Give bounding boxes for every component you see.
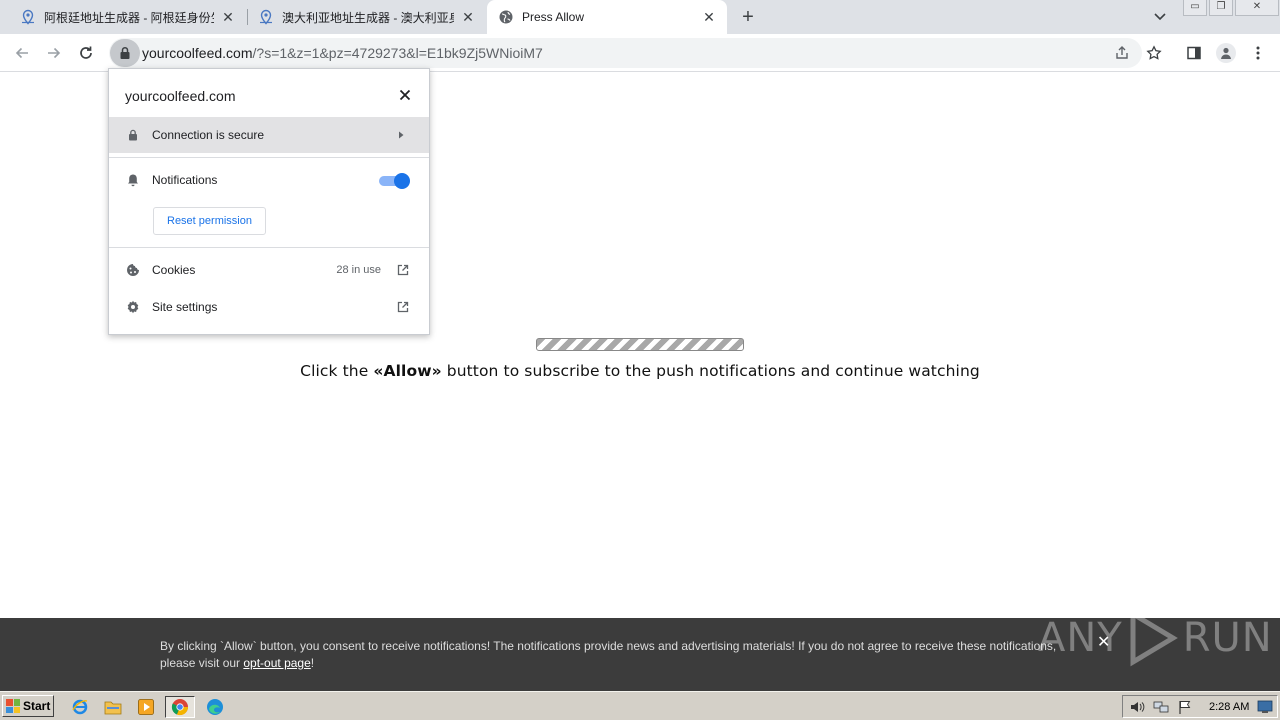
tab-title: 澳大利亚地址生成器 - 澳大利亚身份: [282, 10, 454, 25]
windows-logo-icon: [6, 699, 20, 713]
play-logo-icon: [1130, 609, 1178, 667]
notifications-toggle[interactable]: [379, 173, 411, 189]
bookmark-button[interactable]: [1145, 44, 1163, 62]
minimize-button[interactable]: ▭: [1183, 0, 1207, 16]
message-text: button to subscribe to the push notifica…: [441, 362, 980, 380]
globe-icon: [498, 9, 514, 25]
share-icon: [1116, 46, 1128, 59]
reload-icon: [80, 46, 92, 59]
volume-icon[interactable]: [1129, 699, 1145, 715]
chrome-taskbar-button[interactable]: [165, 696, 195, 718]
reload-button[interactable]: [75, 42, 97, 64]
divider: [109, 247, 429, 248]
show-desktop-icon[interactable]: [1257, 699, 1273, 715]
tab-australia[interactable]: 澳大利亚地址生成器 - 澳大利亚身份 ✕: [248, 0, 486, 34]
window-close-button[interactable]: ✕: [1235, 0, 1279, 16]
start-button[interactable]: Start: [2, 695, 54, 717]
edge-icon: [207, 699, 223, 715]
bell-icon: [125, 172, 141, 188]
chrome-icon: [171, 699, 189, 716]
tab-title: Press Allow: [522, 10, 585, 24]
flag-icon[interactable]: [1177, 699, 1193, 715]
share-button[interactable]: [1113, 44, 1131, 62]
site-info-button[interactable]: [110, 39, 140, 67]
tab-argentina[interactable]: 阿根廷地址生成器 - 阿根廷身份生成 ✕: [0, 0, 246, 34]
media-player-icon: [138, 699, 154, 715]
taskbar-clock: 2:28 AM: [1209, 701, 1250, 713]
tab-search-button[interactable]: [1150, 8, 1170, 26]
tab-title: 阿根廷地址生成器 - 阿根廷身份生成: [44, 10, 214, 25]
avatar: [1216, 43, 1236, 63]
internet-explorer-icon: [72, 699, 88, 715]
external-link-icon: [395, 299, 411, 315]
arrow-right-icon: [48, 47, 61, 59]
cookie-icon: [125, 262, 141, 278]
chevron-right-icon: [393, 127, 409, 143]
anyrun-watermark: ANY RUN: [1038, 608, 1273, 668]
system-tray: 2:28 AM: [1122, 695, 1278, 718]
window-controls: ▭ ❐ ✕: [1183, 0, 1280, 16]
gear-icon: [125, 299, 141, 315]
site-settings-label: Site settings: [152, 300, 218, 314]
reset-permission-button[interactable]: Reset permission: [153, 207, 266, 235]
consent-end: !: [310, 656, 315, 670]
url-text[interactable]: yourcoolfeed.com/?s=1&z=1&pz=4729273&l=E…: [142, 45, 543, 61]
site-settings-row[interactable]: Site settings: [109, 289, 429, 325]
map-pin-icon: [258, 9, 274, 25]
consent-text: By clicking `Allow` button, you consent …: [160, 638, 1080, 672]
kebab-menu-icon: [1256, 46, 1260, 60]
cookies-label: Cookies: [152, 263, 196, 277]
tab-strip: 阿根廷地址生成器 - 阿根廷身份生成 ✕ 澳大利亚地址生成器 - 澳大利亚身份 …: [0, 0, 1280, 34]
restore-button[interactable]: ❐: [1209, 0, 1233, 16]
chevron-down-icon: [1154, 13, 1166, 21]
subscribe-message: Click the «Allow» button to subscribe to…: [0, 362, 1280, 380]
close-icon[interactable]: ✕: [220, 9, 236, 25]
external-link-icon: [395, 262, 411, 278]
menu-button[interactable]: [1247, 42, 1269, 64]
toggle-knob: [394, 173, 410, 189]
ie-taskbar-button[interactable]: [69, 696, 91, 718]
tab-press-allow[interactable]: Press Allow ✕: [487, 0, 727, 34]
lock-icon: [125, 127, 141, 143]
map-pin-icon: [20, 9, 36, 25]
back-button[interactable]: [11, 42, 33, 64]
profile-button[interactable]: [1215, 42, 1237, 64]
arrow-left-icon: [15, 47, 28, 59]
forward-button[interactable]: [43, 42, 65, 64]
close-icon[interactable]: ✕: [460, 9, 476, 25]
address-bar[interactable]: yourcoolfeed.com/?s=1&z=1&pz=4729273&l=E…: [109, 38, 1162, 68]
close-icon: [399, 89, 411, 101]
star-icon: [1146, 45, 1162, 60]
explorer-taskbar-button[interactable]: [102, 696, 124, 718]
cookies-count: 28 in use: [336, 264, 381, 276]
url-domain: yourcoolfeed.com: [142, 45, 253, 61]
loading-progress-bar: [536, 338, 744, 351]
side-panel-icon: [1187, 46, 1201, 60]
popup-close-button[interactable]: [397, 87, 413, 103]
watermark-logo: ANY: [1038, 615, 1123, 661]
divider: [109, 157, 429, 158]
side-panel-button[interactable]: [1183, 42, 1205, 64]
windows-taskbar: Start 2:28 AM: [0, 691, 1280, 720]
url-path: /?s=1&z=1&pz=4729273&l=E1bk9Zj5WNioiM7: [252, 45, 543, 61]
connection-row[interactable]: Connection is secure: [109, 117, 429, 153]
close-icon[interactable]: ✕: [701, 9, 717, 25]
start-label: Start: [23, 699, 51, 713]
edge-taskbar-button[interactable]: [204, 696, 226, 718]
new-tab-button[interactable]: +: [737, 6, 759, 28]
popup-domain: yourcoolfeed.com: [125, 88, 236, 104]
folder-icon: [104, 701, 122, 715]
message-text: Click the: [300, 362, 374, 380]
connection-label: Connection is secure: [152, 128, 265, 142]
cookies-row[interactable]: Cookies 28 in use: [109, 252, 429, 288]
site-info-popup: yourcoolfeed.com Connection is secure No…: [108, 68, 430, 335]
person-icon: [1221, 47, 1231, 59]
browser-toolbar: yourcoolfeed.com/?s=1&z=1&pz=4729273&l=E…: [0, 34, 1280, 72]
lock-icon: [120, 46, 130, 59]
message-allow-word: «Allow»: [373, 362, 442, 380]
opt-out-link[interactable]: opt-out page: [243, 656, 310, 670]
watermark-logo: RUN: [1182, 615, 1273, 661]
media-player-taskbar-button[interactable]: [135, 696, 157, 718]
network-icon[interactable]: [1153, 699, 1169, 715]
